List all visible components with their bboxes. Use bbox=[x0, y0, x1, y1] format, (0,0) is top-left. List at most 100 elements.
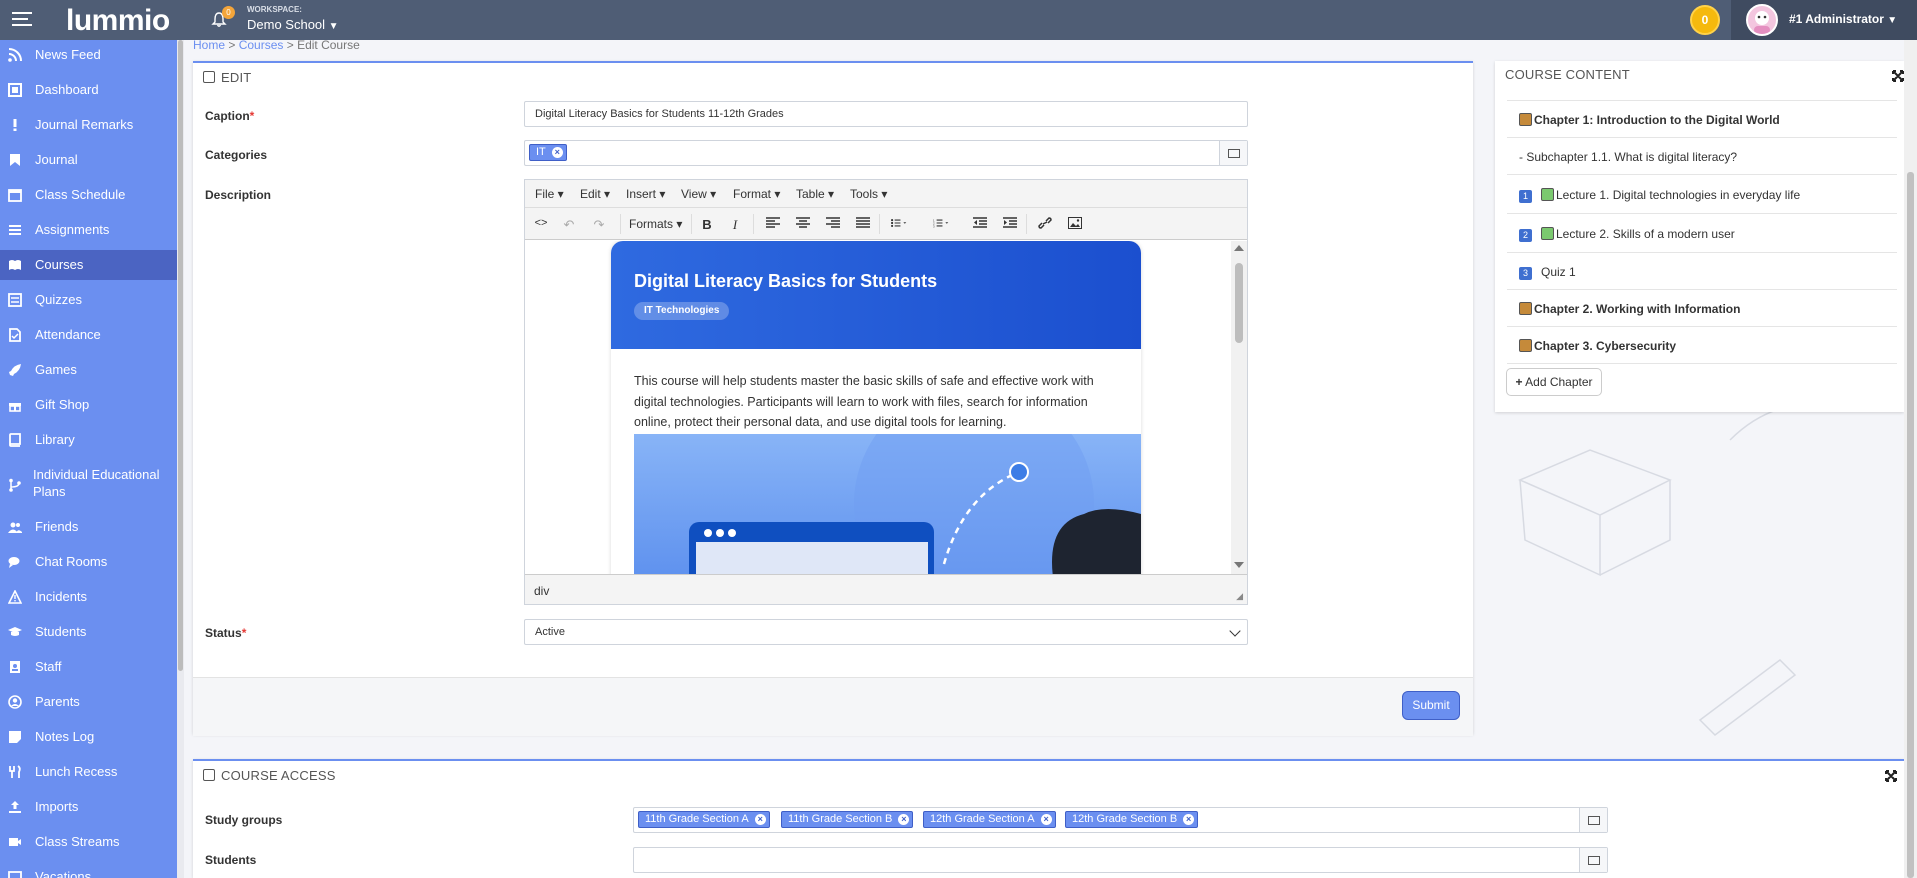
breadcrumb-courses[interactable]: Courses bbox=[239, 38, 284, 52]
formats-dropdown[interactable]: Formats ▾ bbox=[629, 217, 682, 231]
editor-menu-tools[interactable]: Tools ▾ bbox=[850, 187, 887, 201]
sidebar-item-assignments[interactable]: Assignments bbox=[0, 215, 177, 245]
sidebar-item-label: Journal bbox=[35, 152, 78, 167]
sidebar-item-students[interactable]: Students bbox=[0, 617, 177, 647]
outdent-icon[interactable] bbox=[972, 217, 988, 229]
indent-icon[interactable] bbox=[1002, 217, 1018, 229]
lecture-item[interactable]: 2 Lecture 2. Skills of a modern user bbox=[1507, 214, 1897, 253]
source-code-icon[interactable]: <> bbox=[533, 217, 549, 229]
sidebar-item-class-schedule[interactable]: Class Schedule bbox=[0, 180, 177, 210]
align-center-icon[interactable] bbox=[795, 217, 811, 229]
sidebar-item-gift-shop[interactable]: Gift Shop bbox=[0, 390, 177, 420]
chapter-item[interactable]: Chapter 3. Cybersecurity bbox=[1507, 327, 1897, 364]
students-list-button[interactable] bbox=[1579, 848, 1607, 872]
formats-label: Formats bbox=[629, 217, 674, 231]
sidebar-item-notes-log[interactable]: Notes Log bbox=[0, 722, 177, 752]
remove-tag-icon[interactable]: × bbox=[898, 814, 910, 825]
chapter-icon bbox=[1519, 113, 1532, 126]
sidebar-item-staff[interactable]: Staff bbox=[0, 652, 177, 682]
categories-select[interactable]: IT × bbox=[524, 140, 1248, 166]
sidebar-item-journal[interactable]: Journal bbox=[0, 145, 177, 175]
redo-icon[interactable]: ↷ bbox=[591, 217, 607, 233]
italic-icon[interactable]: I bbox=[727, 217, 743, 233]
quiz-item[interactable]: 3 Quiz 1 bbox=[1507, 253, 1897, 290]
sidebar-item-individual-educational-plans[interactable]: Individual Educational Plans bbox=[0, 465, 177, 505]
editor-scrollbar-thumb[interactable] bbox=[1235, 263, 1243, 343]
course-access-title: COURSE ACCESS bbox=[203, 768, 336, 783]
remove-tag-icon[interactable]: × bbox=[754, 814, 766, 825]
study-group-tag[interactable]: 11th Grade Section B × bbox=[781, 811, 914, 828]
expand-icon[interactable] bbox=[1885, 770, 1897, 782]
app-logo[interactable]: lummio bbox=[66, 4, 170, 38]
editor-menu-file[interactable]: File ▾ bbox=[535, 187, 564, 201]
remove-tag-icon[interactable]: × bbox=[1183, 814, 1195, 825]
align-justify-icon[interactable] bbox=[855, 217, 871, 229]
study-groups-list-button[interactable] bbox=[1579, 808, 1607, 832]
sidebar-item-parents[interactable]: Parents bbox=[0, 687, 177, 717]
scroll-up-icon[interactable] bbox=[1234, 245, 1244, 251]
editor-scrollbar[interactable] bbox=[1231, 241, 1247, 574]
study-group-tag[interactable]: 11th Grade Section A × bbox=[638, 811, 770, 828]
caption-label: Caption* bbox=[205, 109, 254, 123]
sidebar-item-dashboard[interactable]: Dashboard bbox=[0, 75, 177, 105]
expand-icon[interactable] bbox=[1892, 70, 1904, 82]
image-icon[interactable] bbox=[1067, 217, 1083, 229]
bold-icon[interactable]: B bbox=[699, 217, 715, 232]
remove-tag-icon[interactable]: × bbox=[1040, 814, 1052, 825]
editor-menu-table[interactable]: Table ▾ bbox=[796, 187, 834, 201]
subchapter-item[interactable]: - Subchapter 1.1. What is digital litera… bbox=[1507, 138, 1897, 175]
sidebar-item-games[interactable]: Games bbox=[0, 355, 177, 385]
description-editor[interactable]: File ▾ Edit ▾ Insert ▾ View ▾ Format ▾ T… bbox=[524, 179, 1248, 605]
lecture-item[interactable]: 1 Lecture 1. Digital technologies in ever… bbox=[1507, 175, 1897, 214]
page-scrollbar-thumb[interactable] bbox=[1907, 172, 1914, 878]
menu-toggle-icon[interactable] bbox=[12, 12, 32, 26]
coin-balance[interactable]: 0 bbox=[1690, 5, 1720, 35]
user-menu[interactable]: #1 Administrator ▼ bbox=[1731, 0, 1917, 40]
study-groups-select[interactable]: 11th Grade Section A × 11th Grade Section… bbox=[633, 807, 1608, 833]
sidebar-item-news-feed[interactable]: News Feed bbox=[0, 40, 177, 70]
editor-menu-view[interactable]: View ▾ bbox=[681, 187, 716, 201]
chapter-item[interactable]: Chapter 2. Working with Information bbox=[1507, 290, 1897, 327]
sidebar-item-incidents[interactable]: Incidents bbox=[0, 582, 177, 612]
sidebar-item-journal-remarks[interactable]: Journal Remarks bbox=[0, 110, 177, 140]
scroll-down-icon[interactable] bbox=[1234, 562, 1244, 568]
sidebar-scrollbar-thumb[interactable] bbox=[178, 40, 183, 671]
study-group-tag[interactable]: 12th Grade Section B × bbox=[1065, 811, 1199, 828]
remove-tag-icon[interactable]: × bbox=[551, 147, 563, 158]
link-icon[interactable] bbox=[1037, 217, 1053, 229]
sidebar-item-lunch-recess[interactable]: Lunch Recess bbox=[0, 757, 177, 787]
bullet-list-icon[interactable] bbox=[891, 217, 907, 229]
undo-icon[interactable]: ↶ bbox=[561, 217, 577, 233]
workspace-selector[interactable]: Demo School ▼ bbox=[247, 17, 339, 32]
sidebar-item-attendance[interactable]: Attendance bbox=[0, 320, 177, 350]
caption-input[interactable]: Digital Literacy Basics for Students 11-… bbox=[524, 101, 1248, 127]
category-tag[interactable]: IT × bbox=[529, 144, 567, 161]
categories-list-button[interactable] bbox=[1219, 141, 1247, 165]
submit-button[interactable]: Submit bbox=[1402, 691, 1460, 720]
add-chapter-button[interactable]: + Add Chapter bbox=[1506, 368, 1602, 396]
sidebar-item-imports[interactable]: Imports bbox=[0, 792, 177, 822]
editor-menu-format[interactable]: Format ▾ bbox=[733, 187, 780, 201]
sidebar-item-chat-rooms[interactable]: Chat Rooms bbox=[0, 547, 177, 577]
resize-handle-icon[interactable]: ◢ bbox=[1236, 591, 1243, 602]
numbered-list-icon[interactable]: 123 bbox=[933, 217, 949, 229]
chapter-item[interactable]: Chapter 1: Introduction to the Digital W… bbox=[1507, 101, 1897, 138]
sidebar-item-vacations[interactable]: Vacations bbox=[0, 862, 177, 878]
editor-menu-edit[interactable]: Edit ▾ bbox=[580, 187, 610, 201]
users-icon bbox=[8, 522, 22, 533]
align-left-icon[interactable] bbox=[765, 217, 781, 229]
students-select[interactable] bbox=[633, 847, 1608, 873]
sidebar-item-class-streams[interactable]: Class Streams bbox=[0, 827, 177, 857]
sidebar-item-library[interactable]: Library bbox=[0, 425, 177, 455]
status-select[interactable]: Active bbox=[524, 619, 1248, 645]
align-right-icon[interactable] bbox=[825, 217, 841, 229]
editor-content[interactable]: Digital Literacy Basics for Students IT … bbox=[525, 241, 1231, 574]
sidebar-item-friends[interactable]: Friends bbox=[0, 512, 177, 542]
status-value: Active bbox=[535, 626, 565, 638]
element-path[interactable]: div bbox=[534, 584, 549, 598]
sidebar-item-quizzes[interactable]: Quizzes bbox=[0, 285, 177, 315]
editor-menu-insert[interactable]: Insert ▾ bbox=[626, 187, 665, 201]
study-group-tag[interactable]: 12th Grade Section A × bbox=[923, 811, 1056, 828]
sidebar-item-courses[interactable]: Courses bbox=[0, 250, 177, 280]
breadcrumb-home[interactable]: Home bbox=[193, 38, 225, 52]
